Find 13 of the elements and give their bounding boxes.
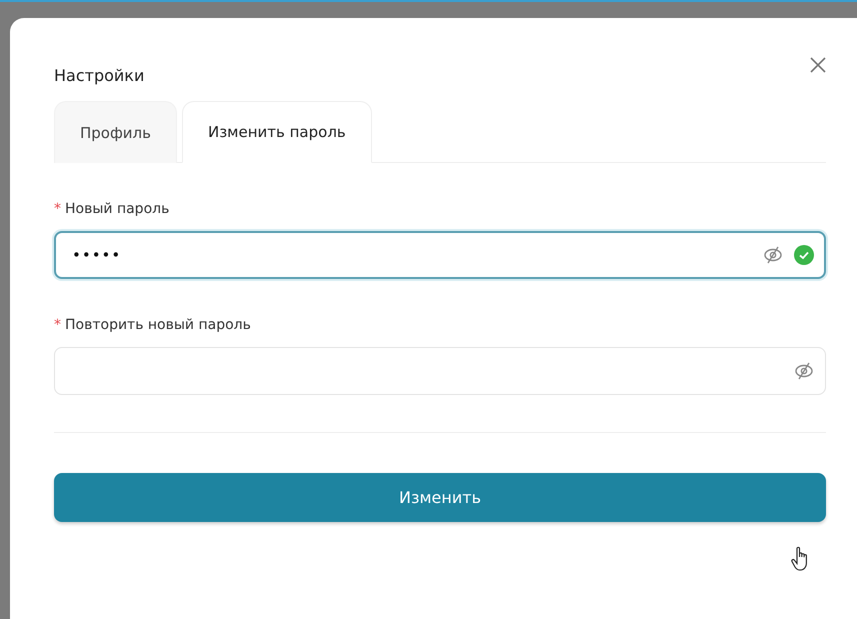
- field-label: Новый пароль: [65, 201, 170, 217]
- dialog-title: Настройки: [54, 66, 146, 85]
- tab[interactable]: Изменить пароль: [182, 101, 372, 163]
- eye-off-icon[interactable]: [793, 362, 815, 380]
- submit-button[interactable]: Изменить: [54, 473, 826, 522]
- field-label: Повторить новый пароль: [65, 317, 251, 333]
- password-field[interactable]: •••••: [54, 231, 826, 279]
- password-field[interactable]: [54, 347, 826, 395]
- tab[interactable]: Профиль: [54, 101, 177, 163]
- eye-off-icon[interactable]: [762, 246, 784, 264]
- required-mark: *: [54, 201, 61, 217]
- required-mark: *: [54, 317, 61, 333]
- password-input[interactable]: •••••: [70, 245, 752, 265]
